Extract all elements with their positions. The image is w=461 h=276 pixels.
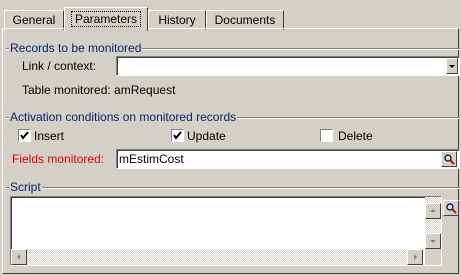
link-context-field[interactable] bbox=[116, 56, 460, 76]
table-monitored-text: Table monitored: amRequest bbox=[22, 83, 176, 97]
delete-label: Delete bbox=[338, 129, 373, 143]
magnifier-icon bbox=[444, 154, 455, 165]
fields-monitored-search-button[interactable] bbox=[441, 151, 457, 167]
arrow-right-icon bbox=[414, 254, 417, 260]
update-checkbox[interactable] bbox=[171, 129, 184, 142]
tab-history-label: History bbox=[158, 13, 196, 27]
tab-parameters-label: Parameters bbox=[70, 11, 142, 27]
scroll-down-button[interactable] bbox=[425, 233, 441, 249]
scroll-left-button[interactable] bbox=[11, 249, 27, 265]
scroll-up-button[interactable] bbox=[425, 203, 441, 219]
link-context-dropdown-button[interactable] bbox=[446, 58, 458, 74]
script-editor[interactable] bbox=[10, 196, 442, 266]
arrow-left-icon bbox=[17, 254, 20, 260]
activation-group: Activation conditions on monitored recor… bbox=[6, 110, 460, 124]
insert-label: Insert bbox=[34, 129, 65, 143]
script-group: Script bbox=[6, 180, 460, 194]
arrow-down-icon bbox=[430, 240, 436, 243]
arrow-up-icon bbox=[430, 209, 436, 212]
script-vertical-scrollbar[interactable] bbox=[425, 197, 441, 249]
scrollbar-corner bbox=[425, 249, 441, 265]
checkmark-icon bbox=[173, 131, 182, 140]
script-search-button[interactable] bbox=[443, 200, 459, 216]
tab-parameters[interactable]: Parameters bbox=[64, 7, 148, 31]
script-horizontal-scrollbar[interactable] bbox=[11, 249, 423, 265]
tab-documents[interactable]: Documents bbox=[206, 10, 284, 30]
magnifier-icon bbox=[446, 203, 457, 214]
tab-general[interactable]: General bbox=[4, 10, 64, 30]
records-group-title: Records to be monitored bbox=[9, 41, 143, 55]
scroll-right-button[interactable] bbox=[407, 249, 423, 265]
tab-documents-label: Documents bbox=[214, 13, 276, 27]
tab-strip: General Parameters History Documents bbox=[2, 2, 459, 31]
script-group-title: Script bbox=[9, 180, 42, 194]
link-context-label: Link / context: bbox=[22, 59, 97, 73]
checkmark-icon bbox=[20, 131, 29, 140]
update-label: Update bbox=[187, 129, 226, 143]
activation-group-title: Activation conditions on monitored recor… bbox=[9, 110, 238, 124]
tab-general-label: General bbox=[12, 13, 56, 27]
tab-history[interactable]: History bbox=[148, 10, 206, 30]
chevron-down-icon bbox=[449, 65, 455, 68]
delete-checkbox[interactable] bbox=[320, 129, 333, 142]
fields-monitored-field[interactable]: mEstimCost bbox=[116, 149, 460, 169]
insert-checkbox[interactable] bbox=[18, 129, 31, 142]
fields-monitored-value: mEstimCost bbox=[119, 152, 184, 166]
fields-monitored-label: Fields monitored: bbox=[12, 152, 105, 166]
